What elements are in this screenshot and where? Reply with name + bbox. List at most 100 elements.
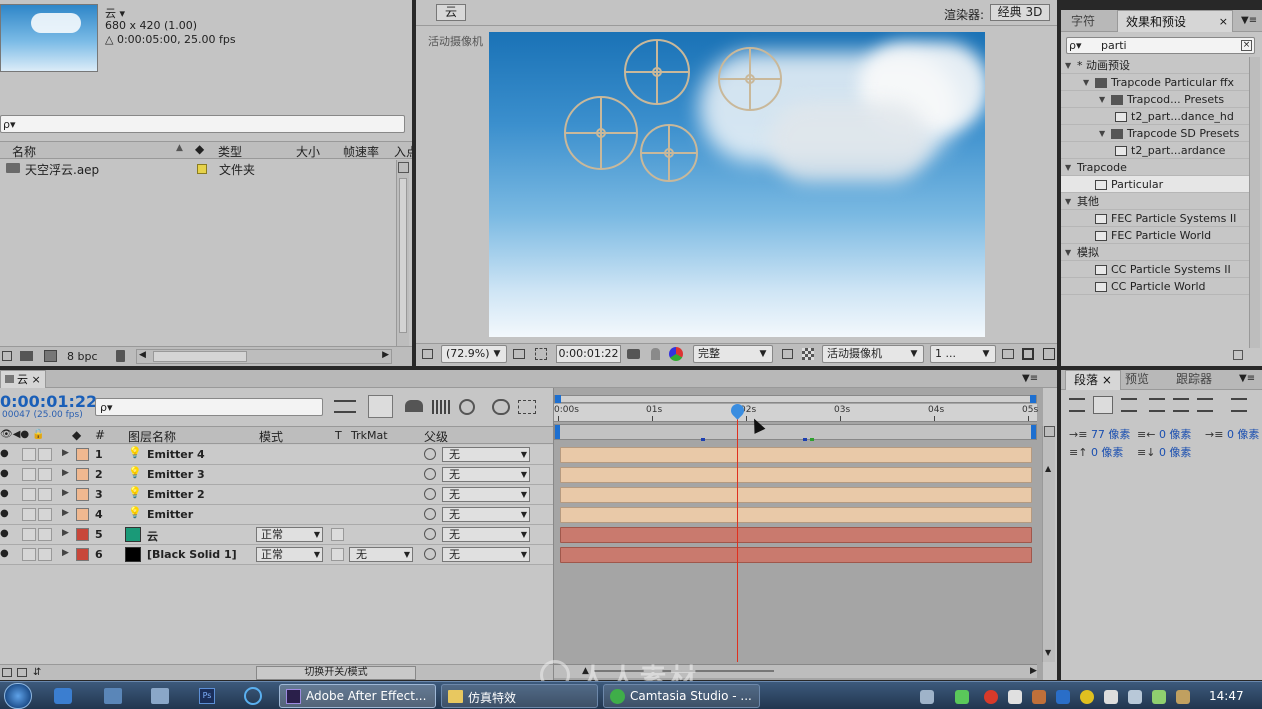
layer-duration-bar[interactable] (560, 507, 1032, 523)
expand-triangle-icon[interactable]: ▶ (62, 448, 69, 458)
effects-tree-item[interactable]: t2_part...dance_hd (1061, 108, 1249, 125)
disclosure-triangle-icon[interactable]: ▼ (1065, 244, 1071, 261)
region-of-interest-icon[interactable] (782, 349, 793, 359)
indent-right-field[interactable]: ≡← 0 像素 (1137, 426, 1191, 442)
effects-scrollbar[interactable] (1249, 57, 1260, 348)
effects-tree-item[interactable]: ▼ 其他 (1061, 193, 1249, 210)
effects-tree-item[interactable]: CC Particle Systems II (1061, 261, 1249, 278)
composition-mini-flowchart-icon[interactable] (334, 400, 356, 413)
justify-center-icon[interactable] (1173, 398, 1189, 412)
view-dropdown[interactable]: 活动摄像机 ▼ (822, 345, 924, 363)
layer-name[interactable]: Emitter (147, 508, 193, 521)
timeline-search-input[interactable]: ρ▾ (95, 398, 323, 416)
layer-name[interactable]: 云 (147, 528, 158, 544)
comp-canvas[interactable] (489, 32, 985, 337)
expand-triangle-icon[interactable]: ▶ (62, 528, 69, 538)
effects-tree-item[interactable]: ▼ * 动画预设 (1061, 57, 1249, 74)
effects-tree-item[interactable]: t2_part...ardance (1061, 142, 1249, 159)
time-ruler[interactable]: 0:00s 01s 02s 03s 04s 05s (554, 404, 1038, 422)
column-mode[interactable]: 模式 (259, 428, 283, 445)
label-color-swatch[interactable] (76, 528, 89, 541)
column-name[interactable]: 名称 (12, 143, 36, 160)
layer-row[interactable]: ● ▶ 5 云正常 ▼ 无 ▼ (0, 525, 555, 545)
renderer-button[interactable]: 经典 3D (990, 4, 1050, 21)
parent-dropdown[interactable]: 无 ▼ (442, 467, 530, 482)
layer-duration-bar[interactable] (560, 527, 1032, 543)
justify-all-icon[interactable] (1231, 398, 1247, 412)
action-center-icon[interactable] (1176, 690, 1190, 704)
layer-row[interactable]: ● ▶ 3 💡 Emitter 2 无 ▼ (0, 485, 555, 505)
layer-row[interactable]: ● ▶ 1 💡 Emitter 4 无 ▼ (0, 445, 555, 465)
close-icon[interactable]: × (1219, 11, 1228, 33)
label-color-swatch[interactable] (76, 488, 89, 501)
motion-blur-icon[interactable] (459, 399, 475, 415)
expand-layer-switches-icon[interactable] (2, 668, 12, 677)
effects-tree-item[interactable]: ▼ Trapcode (1061, 159, 1249, 176)
solo-toggle[interactable] (38, 448, 52, 461)
viewer-comp-tab[interactable]: 云 (436, 4, 466, 21)
parent-dropdown[interactable]: 无 ▼ (442, 527, 530, 542)
disclosure-triangle-icon[interactable]: ▼ (1065, 159, 1071, 176)
disclosure-triangle-icon[interactable]: ▼ (1065, 193, 1071, 210)
layer-name[interactable]: Emitter 3 (147, 468, 205, 481)
visibility-eye-icon[interactable]: ● (0, 468, 9, 479)
taskbar-app-icon-3[interactable] (151, 688, 169, 704)
solo-toggle[interactable] (38, 488, 52, 501)
expand-transfer-controls-icon[interactable] (17, 668, 27, 677)
trkmat-dropdown[interactable]: 无 ▼ (349, 547, 413, 562)
bpc-label[interactable]: 8 bpc (67, 350, 98, 363)
new-folder-icon[interactable] (20, 351, 33, 361)
project-hscroll[interactable]: ◀ ▶ (136, 349, 392, 364)
justify-left-icon[interactable] (1149, 398, 1165, 412)
solo-toggle[interactable] (38, 468, 52, 481)
always-preview-icon[interactable] (422, 349, 433, 359)
effects-tree-item[interactable]: ▼ Trapcode SD Presets (1061, 125, 1249, 142)
blend-mode-dropdown[interactable]: 正常 ▼ (256, 547, 323, 562)
pick-whip-icon[interactable] (424, 528, 436, 540)
expand-triangle-icon[interactable]: ▶ (62, 548, 69, 558)
layer-name[interactable]: Emitter 4 (147, 448, 205, 461)
layer-row[interactable]: ● ▶ 6 [Black Solid 1] 正常 ▼ 无 ▼ 无 ▼ (0, 545, 555, 565)
network-icon[interactable] (1152, 690, 1166, 704)
project-item-row[interactable]: 天空浮云.aep 文件夹 (0, 160, 395, 177)
blend-mode-dropdown[interactable]: 正常 ▼ (256, 527, 323, 542)
tab-tracker[interactable]: 跟踪器 (1168, 370, 1220, 390)
label-color-swatch[interactable] (76, 448, 89, 461)
audio-toggle[interactable] (22, 448, 36, 461)
taskbar-app-icon-2[interactable] (104, 688, 122, 704)
timeline-timecode[interactable]: 0:00:01:22 (0, 392, 97, 411)
visibility-eye-icon[interactable]: ● (0, 528, 9, 539)
effects-tree-item[interactable]: FEC Particle World (1061, 227, 1249, 244)
visibility-eye-icon[interactable]: ● (0, 488, 9, 499)
tab-effects-presets[interactable]: 效果和预设 × (1117, 10, 1233, 32)
resolution-dropdown[interactable]: 完整 ▼ (693, 345, 773, 363)
show-snapshot-icon[interactable] (651, 348, 660, 360)
clock[interactable]: 14:47 (1209, 689, 1244, 703)
taskbar-task-aftereffects[interactable]: Adobe After Effect... (279, 684, 436, 708)
mask-view-icon[interactable] (535, 348, 547, 360)
pick-whip-icon[interactable] (424, 488, 436, 500)
column-trkmat[interactable]: TrkMat (351, 429, 388, 442)
effects-tree-item[interactable]: ▼ Trapcod... Presets (1061, 91, 1249, 108)
tray-bird-icon[interactable] (1008, 690, 1022, 704)
pick-whip-icon[interactable] (424, 508, 436, 520)
audio-toggle[interactable] (22, 528, 36, 541)
disclosure-triangle-icon[interactable]: ▼ (1099, 91, 1105, 108)
column-size[interactable]: 大小 (296, 143, 320, 160)
layer-row[interactable]: ● ▶ 2 💡 Emitter 3 无 ▼ (0, 465, 555, 485)
justify-right-icon[interactable] (1197, 398, 1213, 412)
tray-device-icon[interactable] (1104, 690, 1118, 704)
layer-duration-bar[interactable] (560, 547, 1032, 563)
project-search-input[interactable]: ρ▾ (0, 115, 405, 133)
space-after-field[interactable]: ≡↓ 0 像素 (1137, 444, 1191, 460)
label-color-swatch[interactable] (76, 468, 89, 481)
visibility-eye-icon[interactable]: ● (0, 508, 9, 519)
draft-3d-icon[interactable] (368, 395, 393, 418)
align-left-icon[interactable] (1069, 398, 1085, 412)
pick-whip-icon[interactable] (424, 468, 436, 480)
time-graph[interactable]: 0:00s 01s 02s 03s 04s 05s ▲ ▶ (553, 388, 1043, 680)
comp-marker-bin-icon[interactable] (1044, 426, 1055, 437)
preserve-transparency-checkbox[interactable] (331, 548, 344, 561)
parent-dropdown[interactable]: 无 ▼ (442, 547, 530, 562)
audio-toggle[interactable] (22, 468, 36, 481)
